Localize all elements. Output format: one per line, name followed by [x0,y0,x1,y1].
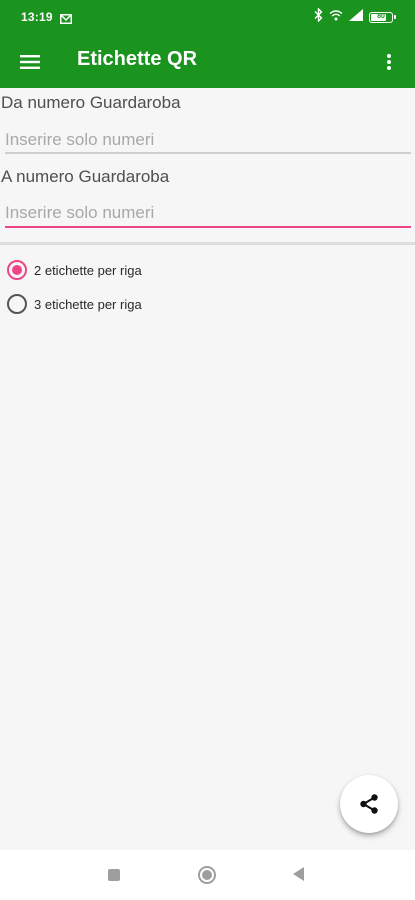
status-icons: 80 [314,6,396,27]
back-icon[interactable] [293,867,304,881]
radio-option-2-per-row[interactable]: 2 etichette per riga [7,259,142,281]
bluetooth-icon [314,6,323,27]
status-time: 13:19 [21,10,53,24]
signal-icon [349,8,363,26]
to-number-input[interactable] [5,197,411,229]
home-icon[interactable] [198,866,216,884]
share-icon [360,794,378,814]
menu-button[interactable] [18,50,42,74]
radio-label: 3 etichette per riga [34,296,142,312]
more-vert-icon [387,54,391,70]
radio-label: 2 etichette per riga [34,262,142,278]
toolbar-title: Etichette QR [77,48,198,70]
share-button[interactable] [340,775,398,833]
to-number-label: A numero Guardaroba [1,167,170,186]
radio-button-unselected[interactable] [7,294,27,314]
from-number-label: Da numero Guardaroba [1,93,181,112]
from-number-underline [5,152,411,154]
battery-percent: 80 [377,12,385,20]
overflow-menu-button[interactable] [377,50,401,74]
radio-button-selected[interactable] [7,260,27,280]
menu-icon [20,55,40,69]
section-divider [0,242,415,245]
toolbar: Etichette QR [0,36,415,88]
recents-icon[interactable] [108,869,120,881]
radio-option-3-per-row[interactable]: 3 etichette per riga [7,293,142,315]
status-bar: 13:19 80 [0,0,415,36]
to-number-underline [5,226,411,228]
mail-icon [60,11,72,29]
wifi-icon [329,8,343,26]
battery-icon: 80 [369,11,396,23]
app-header: 13:19 80 Etichette QR [0,0,415,88]
system-nav-bar [0,850,415,900]
